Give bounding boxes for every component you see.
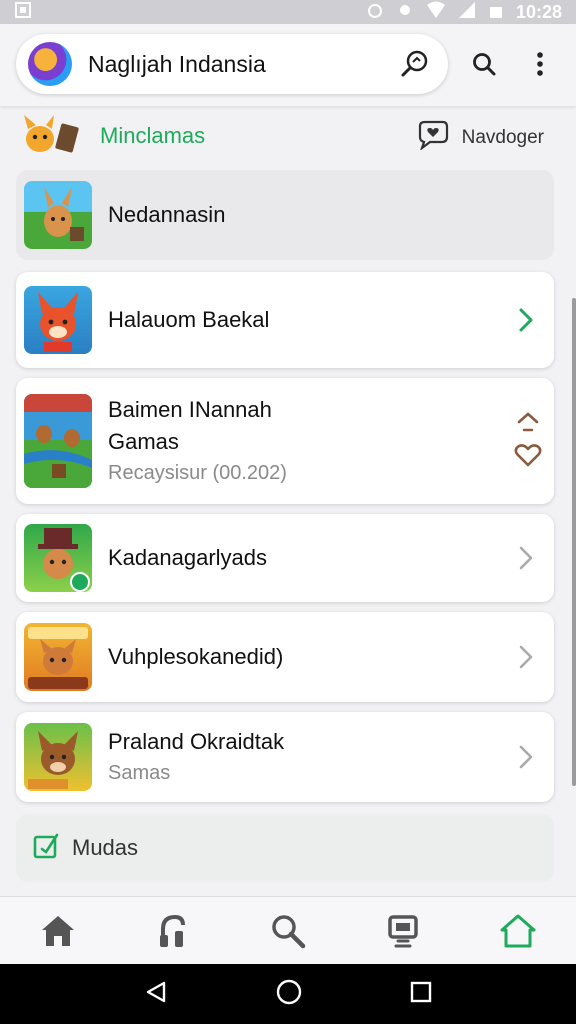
scrollbar[interactable] xyxy=(572,298,576,786)
bottom-navigation xyxy=(0,896,576,964)
list-item[interactable]: Nedannasin xyxy=(16,170,554,260)
more-options-icon[interactable] xyxy=(520,44,560,84)
list-item[interactable]: Vuhplesokanedid) xyxy=(16,612,554,702)
mascot-icon xyxy=(20,111,84,161)
game-thumbnail xyxy=(24,286,92,354)
section-title: Minclamas xyxy=(100,123,206,148)
nav-home-icon[interactable] xyxy=(34,907,82,955)
nav-headphones-icon[interactable] xyxy=(149,907,197,955)
item-name: Nedannasin xyxy=(108,202,226,227)
list-item[interactable]: Baimen INannah Gamas Recaysisur (00.202) xyxy=(16,378,554,504)
chat-heart-icon xyxy=(416,120,450,156)
mudas-item[interactable]: Mudas xyxy=(16,814,554,882)
wifi-icon xyxy=(426,1,446,24)
heart-icon[interactable] xyxy=(514,443,542,472)
game-thumbnail xyxy=(24,394,92,488)
item-subtitle: Recaysisur (00.202) xyxy=(108,462,287,484)
recents-icon[interactable] xyxy=(410,981,432,1008)
clock: 10:28 xyxy=(515,1,562,22)
up-arrow-icon[interactable] xyxy=(515,410,541,437)
item-subtitle: Samas xyxy=(108,762,171,784)
nav-home-active-icon[interactable] xyxy=(494,907,542,955)
nav-tv-icon[interactable] xyxy=(379,907,427,955)
voice-search-icon[interactable] xyxy=(394,44,434,84)
nav-search-icon[interactable] xyxy=(264,907,312,955)
chevron-right-icon[interactable] xyxy=(512,643,540,671)
alarm-icon xyxy=(366,1,384,24)
chevron-right-icon[interactable] xyxy=(512,743,540,771)
list-item[interactable]: Praland Okraidtak Samas xyxy=(16,712,554,802)
home-circle-icon[interactable] xyxy=(276,979,302,1010)
mudas-label: Mudas xyxy=(72,835,139,860)
item-name: Praland Okraidtak xyxy=(108,729,285,754)
item-name: Kadanagarlyads xyxy=(108,545,268,570)
list-item[interactable]: Kadanagarlyads xyxy=(16,514,554,602)
item-name: Vuhplesokanedid) xyxy=(108,644,284,669)
signal-icon xyxy=(458,1,476,24)
chevron-right-icon[interactable] xyxy=(512,544,540,572)
item-name: Halauom Baekal xyxy=(108,307,270,332)
section-action-label: Navdoger xyxy=(461,127,544,148)
game-thumbnail xyxy=(24,623,92,691)
system-navigation-bar xyxy=(0,964,576,1024)
item-name: Baimen INannah Gamas xyxy=(108,397,272,454)
search-icon[interactable] xyxy=(464,44,504,84)
app-header: Naglıjah Indansia xyxy=(0,24,576,106)
chevron-right-icon[interactable] xyxy=(512,306,540,334)
header-title: Naglıjah Indansia xyxy=(88,50,266,77)
edit-icon xyxy=(32,832,60,865)
search-bar[interactable]: Naglıjah Indansia xyxy=(16,34,448,94)
game-thumbnail xyxy=(24,181,92,249)
back-icon[interactable] xyxy=(144,980,168,1009)
avatar[interactable] xyxy=(28,42,72,86)
battery-icon xyxy=(488,1,504,24)
settings-status-icon xyxy=(396,1,414,24)
game-thumbnail xyxy=(24,524,92,592)
section-action-button[interactable]: Navdoger xyxy=(416,120,544,156)
status-bar: 10:28 xyxy=(0,0,576,24)
section-header: Minclamas Navdoger xyxy=(20,110,556,162)
game-thumbnail xyxy=(24,723,92,791)
notification-icon xyxy=(14,1,32,24)
list-item[interactable]: Halauom Baekal xyxy=(16,272,554,368)
